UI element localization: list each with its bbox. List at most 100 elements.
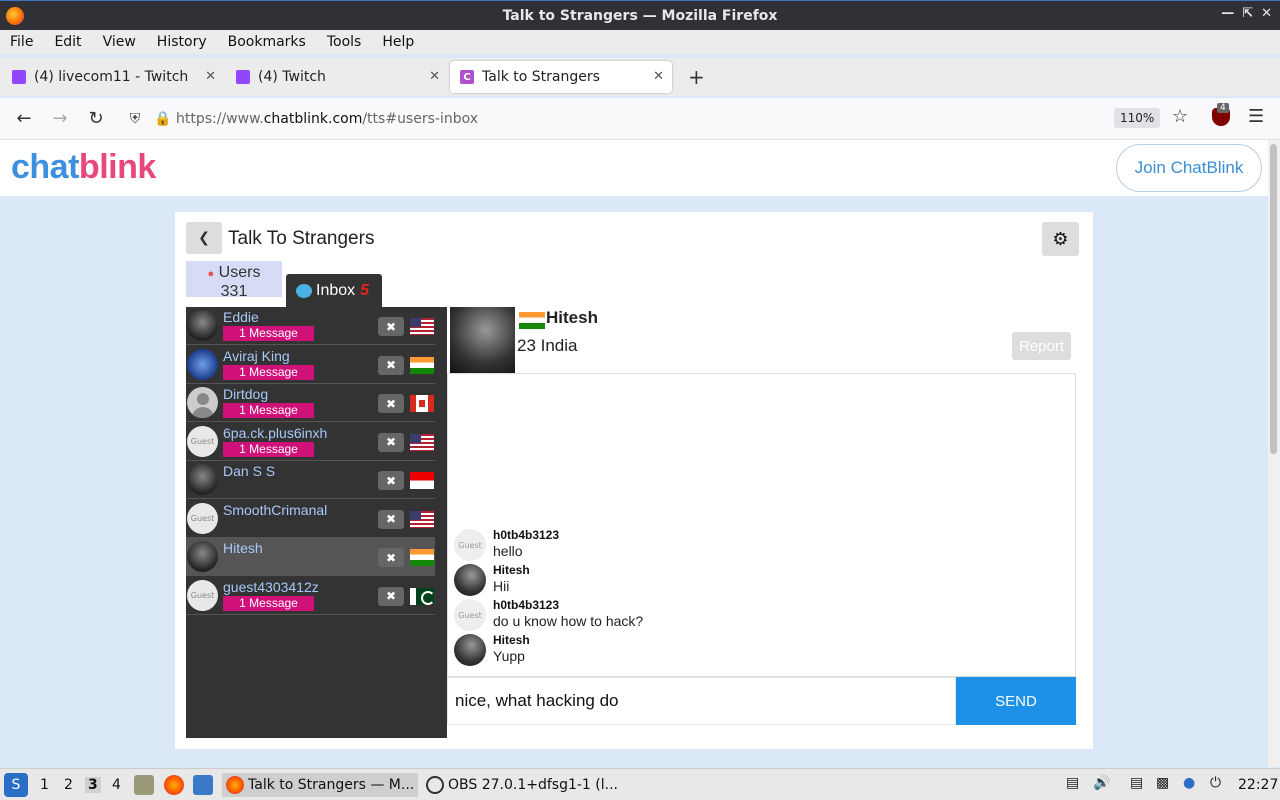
updates-icon[interactable]: ● [1183,775,1195,791]
url-text[interactable]: https://www.chatblink.com/tts#users-inbo… [176,111,478,127]
tab-talk-to-strangers[interactable]: C Talk to Strangers ✕ [450,61,672,93]
inbox-user-row[interactable]: Guest SmoothCrimanal ✖ [186,500,435,538]
page-content: chatblink Join ChatBlink ❮ Talk To Stran… [0,140,1268,767]
message-avatar[interactable]: Guest [454,599,486,631]
user-name[interactable]: Hitesh [223,540,263,556]
remove-user-button[interactable]: ✖ [378,548,404,567]
remove-user-button[interactable]: ✖ [378,586,404,606]
user-avatar[interactable]: Guest [187,579,218,611]
remove-user-button[interactable]: ✖ [378,394,404,413]
remove-user-button[interactable]: ✖ [378,432,404,452]
url-bar[interactable]: ⛨ 🔒 https://www.chatblink.com/tts#users-… [120,104,1170,134]
workspace-4[interactable]: 4 [112,777,121,793]
close-tab-icon[interactable]: ✕ [205,69,216,84]
message-author: h0tb4b3123 [493,528,560,542]
back-button[interactable]: ❮ [186,222,222,254]
user-avatar[interactable] [187,541,218,572]
start-menu-icon[interactable]: S [4,773,28,797]
inbox-user-row[interactable]: Dirtdog 1 Message ✖ [186,384,435,422]
remove-user-button[interactable]: ✖ [378,471,404,490]
tab-livecom11-twitch[interactable]: (4) livecom11 - Twitch ✕ [2,61,224,93]
inbox-user-row[interactable]: Aviraj King 1 Message ✖ [186,346,435,384]
page-scrollbar[interactable] [1268,140,1280,767]
reload-icon[interactable]: ↻ [78,108,114,129]
terminal-icon[interactable] [193,775,213,795]
scrollbar-thumb[interactable] [1270,144,1277,454]
inbox-user-row[interactable]: Dan S S ✖ [186,461,435,499]
minimize-icon[interactable]: — [1221,6,1234,21]
user-avatar[interactable] [187,464,218,495]
file-manager-icon[interactable] [134,775,154,795]
chat-partner-name[interactable]: Hitesh [546,308,598,328]
message-avatar[interactable] [454,564,486,596]
settings-button[interactable]: ⚙ [1042,222,1079,256]
maximize-icon[interactable]: ⇱ [1242,6,1253,21]
volume-icon[interactable]: 🔊 [1093,775,1110,791]
user-name[interactable]: 6pa.ck.plus6inxh [223,425,327,441]
remove-user-button[interactable]: ✖ [378,509,404,529]
workspace-1[interactable]: 1 [40,777,49,793]
user-avatar[interactable]: Guest [187,502,218,534]
menu-bookmarks[interactable]: Bookmarks [228,34,306,50]
workspace-2[interactable]: 2 [64,777,73,793]
user-avatar[interactable]: Guest [187,425,218,457]
menu-help[interactable]: Help [382,34,414,50]
forward-arrow-icon[interactable]: → [42,108,78,129]
message-avatar[interactable]: Guest [454,529,486,561]
network-icon[interactable]: ▩ [1156,775,1169,791]
tab-users[interactable]: ● Users 331 [186,261,282,300]
menu-edit[interactable]: Edit [54,34,81,50]
tab-inbox[interactable]: Inbox 5 [286,274,382,308]
india-flag-icon [519,312,545,329]
notes-tray-icon[interactable]: ▤ [1130,775,1143,791]
in-flag-icon [410,549,434,566]
lock-icon[interactable]: 🔒 [150,111,176,127]
inbox-user-row[interactable]: Guest 6pa.ck.plus6inxh 1 Message ✖ [186,423,435,461]
user-avatar[interactable] [187,387,218,418]
user-avatar[interactable] [187,348,218,380]
chatblink-logo[interactable]: chatblink [11,148,156,187]
user-name[interactable]: Dirtdog [223,386,268,402]
taskbar-task-obs[interactable]: OBS 27.0.1+dfsg1-1 (l... [422,773,618,797]
menu-view[interactable]: View [103,34,136,50]
clipboard-tray-icon[interactable]: ▤ [1066,775,1079,791]
user-avatar[interactable] [187,310,218,341]
in-flag-icon [410,356,434,374]
message-history[interactable]: Guest h0tb4b3123 hello Hitesh Hii Guest h0tb4b… [447,373,1076,677]
remove-user-button[interactable]: ✖ [378,355,404,375]
bookmark-star-icon[interactable]: ☆ [1172,106,1188,127]
send-button[interactable]: SEND [956,677,1076,725]
chat-partner-avatar[interactable] [450,307,515,373]
tracking-shield-icon[interactable]: ⛨ [120,111,150,127]
inbox-user-row[interactable]: Guest guest4303412z 1 Message ✖ [186,577,435,615]
user-name[interactable]: guest4303412z [223,579,319,595]
menu-history[interactable]: History [157,34,207,50]
tab-twitch[interactable]: (4) Twitch ✕ [226,61,448,93]
hamburger-menu-icon[interactable]: ☰ [1248,106,1264,127]
close-tab-icon[interactable]: ✕ [653,69,664,84]
user-name[interactable]: Aviraj King [223,348,290,364]
join-chatblink-button[interactable]: Join ChatBlink [1116,144,1262,192]
menu-tools[interactable]: Tools [327,34,362,50]
power-icon[interactable]: ⏻ [1210,775,1221,791]
close-tab-icon[interactable]: ✕ [429,69,440,84]
firefox-launcher-icon[interactable] [164,775,184,795]
message-avatar[interactable] [454,634,486,666]
chat-message-input[interactable] [448,678,955,724]
chatblink-favicon-icon: C [460,70,474,84]
zoom-level[interactable]: 110% [1114,108,1161,128]
user-name[interactable]: Eddie [223,309,259,325]
inbox-user-row[interactable]: Hitesh ✖ [186,538,435,576]
new-tab-plus-icon[interactable]: + [688,65,705,89]
inbox-tab-label: Inbox [316,282,356,299]
close-window-icon[interactable]: ✕ [1261,6,1272,21]
inbox-user-row[interactable]: Eddie 1 Message ✖ [186,307,435,345]
workspace-3[interactable]: 3 [85,777,101,793]
user-name[interactable]: Dan S S [223,463,275,479]
report-button[interactable]: Report [1012,332,1071,360]
remove-user-button[interactable]: ✖ [378,317,404,336]
menu-file[interactable]: File [10,34,33,50]
user-name[interactable]: SmoothCrimanal [223,502,327,518]
back-arrow-icon[interactable]: ← [6,108,42,129]
taskbar-task-firefox[interactable]: Talk to Strangers — M... [222,773,418,797]
